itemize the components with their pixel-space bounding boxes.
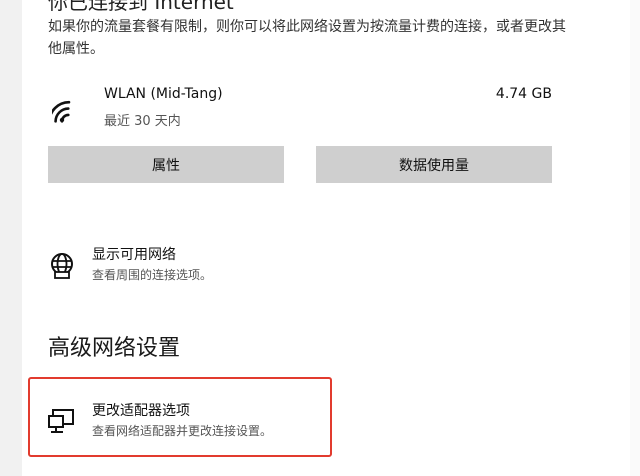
status-description: 如果你的流量套餐有限制，则你可以将此网络设置为按流量计费的连接，或者更改其他属性… [48, 19, 566, 57]
wifi-icon [52, 100, 71, 124]
available-networks-title: 显示可用网络 [92, 247, 176, 263]
advanced-settings-heading: 高级网络设置 [48, 336, 181, 361]
show-available-networks[interactable]: 显示可用网络 查看周围的连接选项。 [44, 244, 584, 292]
adapter-options-subtitle: 查看网络适配器并更改连接设置。 [92, 424, 273, 438]
data-usage-value: 4.74 GB [495, 86, 552, 102]
available-networks-subtitle: 查看周围的连接选项。 [92, 268, 213, 282]
right-edge [630, 0, 640, 476]
connection-row: WLAN (Mid-Tang) 最近 30 天内 4.74 GB [48, 82, 558, 138]
globe-icon [51, 253, 73, 279]
connection-name: WLAN (Mid-Tang) [104, 86, 223, 102]
properties-button[interactable]: 属性 [48, 146, 284, 183]
adapter-options-title: 更改适配器选项 [92, 403, 190, 419]
usage-period: 最近 30 天内 [104, 114, 181, 129]
monitor-icon [48, 409, 74, 433]
data-usage-button[interactable]: 数据使用量 [316, 146, 552, 183]
change-adapter-options[interactable]: 更改适配器选项 查看网络适配器并更改连接设置。 [44, 400, 584, 448]
status-heading: 你已连接到 Internet [48, 0, 234, 14]
left-edge [0, 0, 22, 476]
